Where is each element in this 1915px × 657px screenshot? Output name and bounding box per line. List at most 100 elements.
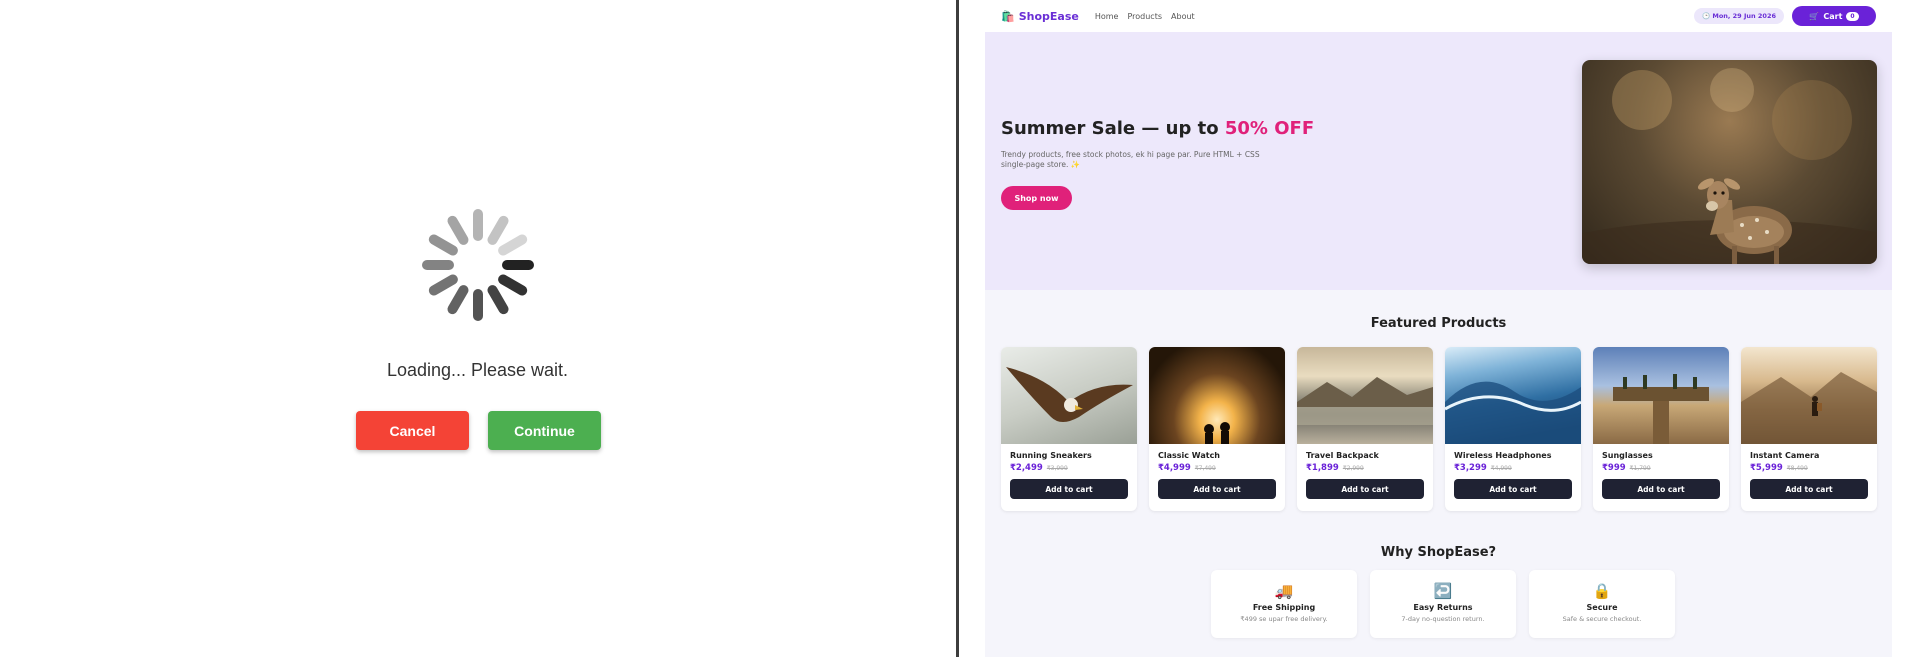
product-old-price: ₹3,999 [1046, 465, 1068, 472]
add-to-cart-button[interactable]: Add to cart [1158, 479, 1276, 499]
hero-title-prefix: Summer Sale — up to [1001, 118, 1225, 139]
shop-now-button[interactable]: Shop now [1001, 186, 1072, 210]
product-name: Classic Watch [1158, 451, 1221, 460]
spinner-segment [447, 215, 469, 245]
product-card[interactable]: Sunglasses ₹999 ₹1,799 Add to cart [1593, 347, 1729, 511]
brand-logo[interactable]: 🛍️ ShopEase [1001, 10, 1079, 23]
cart-label: Cart [1823, 11, 1843, 21]
nav-link-home[interactable]: Home [1095, 12, 1119, 21]
why-shopease-title: Why ShopEase? [1380, 545, 1497, 560]
spinner-segment [487, 285, 509, 315]
spinner-segment [502, 260, 534, 270]
spinner-segment [498, 234, 528, 256]
spinner-segment [422, 260, 454, 270]
features-row: 🚚 Free Shipping ₹499 se upar free delive… [1211, 570, 1675, 638]
spinner-segment [428, 234, 458, 256]
product-image-wave [1445, 347, 1581, 444]
feature-title: Easy Returns [1413, 603, 1473, 612]
product-card[interactable]: Classic Watch ₹4,999 ₹7,499 Add to cart [1149, 347, 1285, 511]
price-row: ₹5,999 ₹8,499 [1750, 463, 1868, 473]
product-price: ₹5,999 [1750, 463, 1783, 473]
product-price: ₹999 [1602, 463, 1626, 473]
nav-links: Home Products About [1095, 12, 1195, 21]
feature-card-returns: ↩️ Easy Returns 7-day no-question return… [1370, 570, 1516, 638]
feature-title: Free Shipping [1252, 603, 1316, 612]
spinner-segment [498, 274, 528, 296]
brand-name: ShopEase [1018, 9, 1079, 23]
spinner-segment [473, 209, 483, 241]
product-card[interactable]: Wireless Headphones ₹3,299 ₹4,999 Add to… [1445, 347, 1581, 511]
continue-button[interactable]: Continue [488, 411, 601, 450]
feature-description: ₹499 se upar free delivery. [1240, 615, 1328, 623]
cancel-button[interactable]: Cancel [356, 411, 469, 450]
add-to-cart-button[interactable]: Add to cart [1602, 479, 1720, 499]
shop-page: 🛍️ ShopEase Home Products About 🕒 Mon, 2… [985, 0, 1892, 657]
product-info: Classic Watch ₹4,999 ₹7,499 Add to cart [1149, 444, 1285, 506]
pane-divider[interactable] [956, 0, 959, 657]
product-name: Travel Backpack [1306, 451, 1379, 460]
product-name: Instant Camera [1750, 451, 1820, 460]
product-info: Travel Backpack ₹1,899 ₹2,999 Add to car… [1297, 444, 1433, 506]
product-image-pier [1593, 347, 1729, 444]
add-to-cart-button[interactable]: Add to cart [1454, 479, 1572, 499]
product-image-eagle [1001, 347, 1137, 444]
top-nav: 🛍️ ShopEase Home Products About 🕒 Mon, 2… [985, 0, 1892, 32]
product-old-price: ₹2,999 [1342, 465, 1364, 472]
product-price: ₹4,999 [1158, 463, 1191, 473]
nav-right: 🕒 Mon, 29 Jun 2026 🛒 Cart 0 [1694, 6, 1876, 26]
lock-icon: 🔒 [1592, 582, 1612, 600]
loading-message: Loading... Please wait. [386, 360, 569, 380]
return-icon: ↩️ [1433, 582, 1453, 600]
product-image-lake [1297, 347, 1433, 444]
product-old-price: ₹8,499 [1786, 465, 1808, 472]
add-to-cart-button[interactable]: Add to cart [1010, 479, 1128, 499]
feature-title: Secure [1586, 603, 1618, 612]
shopping-bag-icon: 🛍️ [1001, 9, 1015, 23]
product-price: ₹3,299 [1454, 463, 1487, 473]
product-image-cave [1149, 347, 1285, 444]
loading-pane: Loading... Please wait. Cancel Continue [0, 0, 955, 657]
date-badge: 🕒 Mon, 29 Jun 2026 [1694, 8, 1784, 24]
price-row: ₹4,999 ₹7,499 [1158, 463, 1276, 473]
product-name: Running Sneakers [1010, 451, 1092, 460]
spinner-segment [447, 285, 469, 315]
product-card[interactable]: Running Sneakers ₹2,499 ₹3,999 Add to ca… [1001, 347, 1137, 511]
product-name: Sunglasses [1602, 451, 1653, 460]
product-old-price: ₹4,999 [1490, 465, 1512, 472]
hero-image-deer [1582, 60, 1877, 264]
product-card[interactable]: Travel Backpack ₹1,899 ₹2,999 Add to car… [1297, 347, 1433, 511]
product-info: Running Sneakers ₹2,499 ₹3,999 Add to ca… [1001, 444, 1137, 506]
price-row: ₹2,499 ₹3,999 [1010, 463, 1128, 473]
spinner-segment [487, 215, 509, 245]
hero-subtitle: Trendy products, free stock photos, ek h… [1001, 150, 1260, 169]
product-image-hiker [1741, 347, 1877, 444]
product-info: Wireless Headphones ₹3,299 ₹4,999 Add to… [1445, 444, 1581, 506]
price-row: ₹3,299 ₹4,999 [1454, 463, 1572, 473]
cart-icon: 🛒 [1809, 11, 1820, 21]
hero-banner: Summer Sale — up to 50% OFF Trendy produ… [985, 32, 1892, 290]
product-price: ₹1,899 [1306, 463, 1339, 473]
add-to-cart-button[interactable]: Add to cart [1750, 479, 1868, 499]
truck-icon: 🚚 [1274, 582, 1294, 600]
nav-link-about[interactable]: About [1171, 12, 1195, 21]
product-info: Sunglasses ₹999 ₹1,799 Add to cart [1593, 444, 1729, 506]
hero-title-accent: 50% OFF [1224, 118, 1315, 139]
hero-title: Summer Sale — up to 50% OFF [1001, 118, 1314, 139]
spinner-segment [473, 289, 483, 321]
price-row: ₹999 ₹1,799 [1602, 463, 1720, 473]
product-old-price: ₹7,499 [1194, 465, 1216, 472]
dialog-buttons: Cancel Continue [356, 411, 601, 450]
product-old-price: ₹1,799 [1629, 465, 1651, 472]
spinner-icon [422, 209, 534, 321]
nav-link-products[interactable]: Products [1127, 12, 1162, 21]
product-grid: Running Sneakers ₹2,499 ₹3,999 Add to ca… [1001, 347, 1877, 511]
featured-products-title: Featured Products [1370, 316, 1507, 331]
price-row: ₹1,899 ₹2,999 [1306, 463, 1424, 473]
cart-button[interactable]: 🛒 Cart 0 [1792, 6, 1876, 26]
cart-count-badge: 0 [1846, 11, 1859, 21]
product-card[interactable]: Instant Camera ₹5,999 ₹8,499 Add to cart [1741, 347, 1877, 511]
add-to-cart-button[interactable]: Add to cart [1306, 479, 1424, 499]
product-info: Instant Camera ₹5,999 ₹8,499 Add to cart [1741, 444, 1877, 506]
clock-icon: 🕒 [1702, 12, 1711, 20]
product-name: Wireless Headphones [1454, 451, 1552, 460]
